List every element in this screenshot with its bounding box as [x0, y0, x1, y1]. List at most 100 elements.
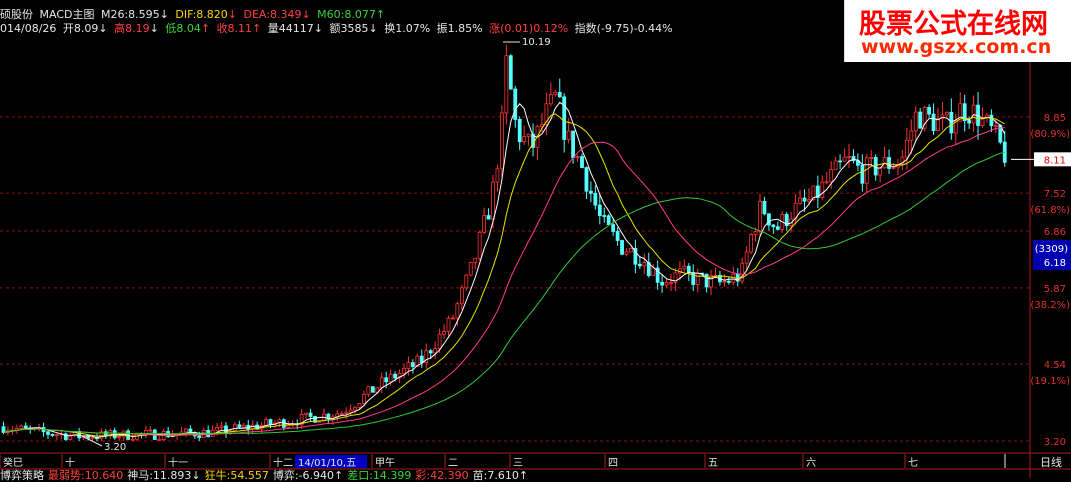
candle-body	[393, 373, 398, 379]
candle-body	[637, 263, 642, 267]
current-price-label: 8.11	[1044, 155, 1066, 166]
candle-body	[50, 434, 55, 436]
indicator-header: 硕股份 MACD主图 M26:8.595↓ DIF:8.820↓ DEA:8.3…	[0, 8, 388, 21]
price-tick-percent: (19.1%)	[1030, 376, 1070, 387]
candlesticks	[1, 44, 1007, 441]
ma-line-26	[3, 127, 1005, 436]
bottom-indicator-1: 最弱势:10.640	[48, 469, 124, 482]
candle-body	[455, 303, 460, 319]
price-tick-label: 6.86	[1044, 227, 1066, 238]
candle-body	[473, 257, 478, 263]
time-tick-label: 七	[908, 457, 918, 469]
candle-body	[847, 156, 851, 158]
time-tick-label: 六	[806, 457, 816, 469]
candle-body	[482, 215, 487, 233]
candle-body	[753, 231, 758, 235]
candle-body	[758, 200, 762, 232]
moving-averages	[3, 101, 1006, 439]
candle-body	[927, 107, 931, 115]
price-tick-percent: (61.8%)	[1030, 205, 1070, 216]
candle-body	[241, 424, 246, 428]
candle-body	[379, 377, 384, 389]
candle-body	[522, 136, 527, 143]
candle-body	[232, 424, 237, 432]
candle-body	[629, 248, 633, 253]
quote-close: 收8.11↑	[216, 22, 262, 35]
candle-body	[869, 156, 874, 159]
price-grid	[0, 0, 1071, 478]
candle-body	[913, 111, 918, 132]
time-tick-label: 二	[448, 458, 458, 469]
candle-body	[464, 274, 469, 289]
candle-body	[829, 169, 834, 183]
candle-body	[1, 426, 6, 433]
candle-body	[918, 111, 923, 129]
candle-body	[945, 111, 949, 116]
quote-volume: 量44117↓	[267, 22, 323, 35]
price-tick-label: 4.54	[1044, 360, 1066, 371]
candle-body	[989, 114, 994, 127]
candle-body	[90, 437, 95, 440]
bottom-indicator-6: 彩:42.390	[415, 469, 469, 482]
candle-body	[936, 118, 940, 132]
candle-body	[553, 91, 558, 96]
candle-body	[513, 88, 518, 120]
price-tick-percent: (38.2%)	[1030, 300, 1070, 311]
candle-body	[682, 265, 687, 270]
candle-body	[824, 181, 829, 184]
candle-body	[624, 251, 629, 255]
price-tick-label: 8.85	[1044, 113, 1066, 124]
bottom-indicator-2: 神马:11.893↓	[127, 469, 201, 482]
candle-body	[308, 412, 313, 417]
candle-body	[548, 94, 553, 105]
candle-body	[157, 439, 162, 441]
candle-body	[726, 280, 731, 283]
candle-body	[860, 164, 865, 184]
candle-body	[967, 120, 972, 124]
candle-body	[219, 425, 224, 428]
candle-body	[597, 204, 602, 216]
bottom-indicator-0: 博弈策略	[0, 469, 44, 482]
candle-body	[117, 436, 122, 439]
time-tick-label: 五	[708, 458, 718, 469]
candle-body	[339, 412, 344, 415]
candle-body	[584, 167, 589, 192]
candle-body	[184, 428, 188, 433]
candle-body	[526, 133, 531, 137]
candle-body	[384, 377, 389, 383]
bottom-indicator-4: 博弈:-6.940↑	[272, 469, 344, 482]
kline-chart[interactable]: 8.85 (80.9%) 7.52 (61.8%) 6.86 5.87 (38.2%) 4.5…	[0, 0, 1071, 478]
time-tick-label: 14/01/10,五	[298, 458, 356, 469]
indicator-name[interactable]: MACD主图	[40, 8, 95, 21]
time-tick-label: 十一	[168, 456, 188, 469]
candle-body	[459, 287, 464, 305]
candle-body	[562, 96, 567, 140]
candle-body	[664, 282, 669, 286]
time-axis: 癸巳 十 十一 十二 14/01/10,五 甲午 二 三 四 五 六 七	[0, 454, 1006, 469]
candle-body	[451, 317, 455, 320]
quote-date: 014/08/26	[0, 22, 57, 35]
candle-body	[55, 434, 59, 437]
price-tick-percent: (80.9%)	[1030, 129, 1070, 140]
price-axis: 8.85 (80.9%) 7.52 (61.8%) 6.86 5.87 (38.2%) 4.5…	[1011, 113, 1071, 448]
candle-body	[353, 406, 357, 411]
candle-body	[580, 156, 584, 168]
candle-body	[19, 425, 24, 429]
candle-body	[660, 281, 664, 286]
time-tick-label: 十二	[273, 456, 293, 469]
time-tick-label: 甲午	[375, 456, 395, 469]
candle-body	[842, 156, 847, 162]
period-button-daily[interactable]: 日线	[1031, 455, 1071, 470]
candle-body	[362, 393, 366, 404]
candle-body	[491, 181, 495, 220]
dea-value: DEA:8.349↓	[243, 8, 311, 21]
candle-body	[103, 431, 108, 436]
candle-body	[148, 429, 153, 432]
price-tick-label: 7.52	[1044, 189, 1066, 200]
quote-index: 指数(-9.75)-0.44%	[574, 22, 673, 35]
candle-body	[304, 412, 309, 415]
candle-body	[775, 226, 780, 230]
candle-body	[419, 355, 424, 364]
watermark-url: www.gszx.com.cn	[861, 36, 1052, 58]
stock-name[interactable]: 硕股份	[0, 8, 33, 21]
